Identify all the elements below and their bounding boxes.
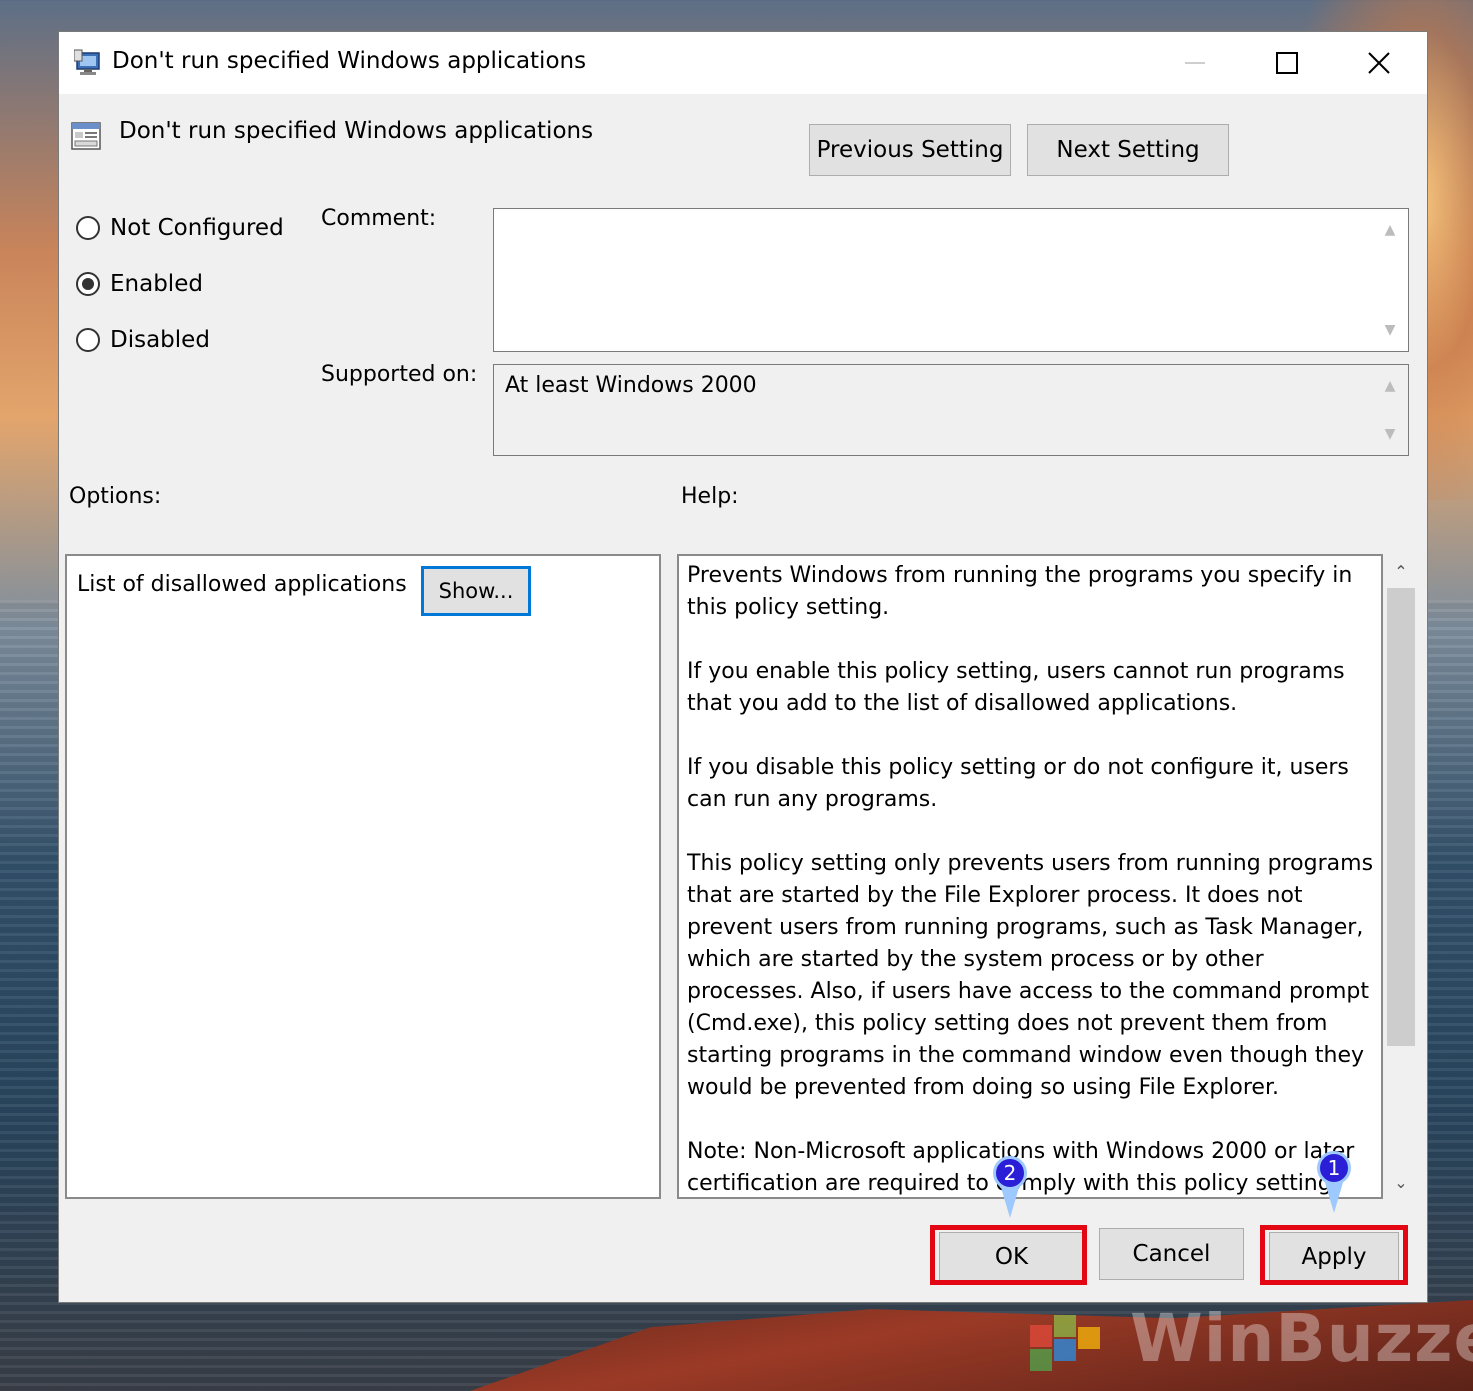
disallowed-list-label: List of disallowed applications bbox=[77, 572, 407, 597]
apply-highlight-box bbox=[1260, 1225, 1408, 1285]
help-paragraph: Prevents Windows from running the progra… bbox=[687, 563, 1353, 620]
watermark-logo-icon bbox=[1030, 1315, 1100, 1371]
radio-disabled-indicator[interactable] bbox=[76, 328, 100, 352]
scroll-up-icon[interactable]: ⌃ bbox=[1385, 556, 1417, 586]
maximize-icon bbox=[1276, 52, 1298, 74]
radio-not-configured-label: Not Configured bbox=[110, 215, 284, 241]
help-scrollbar[interactable]: ⌃ ⌄ bbox=[1385, 554, 1417, 1199]
maximize-button[interactable] bbox=[1241, 32, 1333, 94]
step-1-badge: 1 bbox=[1317, 1151, 1351, 1185]
radio-enabled-indicator[interactable] bbox=[76, 272, 100, 296]
minimize-button[interactable] bbox=[1149, 32, 1241, 94]
help-text: Prevents Windows from running the progra… bbox=[687, 560, 1377, 1197]
help-paragraph: If you enable this policy setting, users… bbox=[687, 659, 1345, 716]
minimize-icon bbox=[1185, 62, 1205, 64]
step-2-badge: 2 bbox=[993, 1156, 1027, 1190]
help-paragraph: Note: Non-Microsoft applications with Wi… bbox=[687, 1139, 1354, 1196]
next-setting-button[interactable]: Next Setting bbox=[1027, 124, 1229, 176]
close-icon bbox=[1368, 52, 1390, 74]
policy-setting-icon bbox=[71, 122, 101, 150]
policy-app-icon bbox=[74, 49, 100, 75]
chevron-up-icon[interactable]: ▲ bbox=[1372, 215, 1408, 245]
chevron-down-icon[interactable]: ▼ bbox=[1372, 315, 1408, 345]
help-label: Help: bbox=[681, 484, 739, 509]
radio-disabled-label: Disabled bbox=[110, 327, 210, 353]
radio-enabled[interactable]: Enabled bbox=[76, 271, 203, 297]
comment-label: Comment: bbox=[321, 206, 437, 231]
comment-scrollbar[interactable]: ▲ ▼ bbox=[1372, 209, 1408, 351]
help-paragraph: If you disable this policy setting or do… bbox=[687, 755, 1349, 812]
supported-on-value: At least Windows 2000 bbox=[505, 373, 757, 398]
help-panel: Prevents Windows from running the progra… bbox=[677, 554, 1383, 1199]
help-scroll-thumb[interactable] bbox=[1387, 588, 1415, 1046]
show-button[interactable]: Show... bbox=[421, 566, 531, 616]
scroll-down-icon[interactable]: ⌄ bbox=[1385, 1167, 1417, 1197]
options-panel: List of disallowed applications Show... bbox=[65, 554, 661, 1199]
radio-enabled-label: Enabled bbox=[110, 271, 203, 297]
supported-scrollbar[interactable]: ▲ ▼ bbox=[1372, 365, 1408, 455]
policy-dialog: Don't run specified Windows applications… bbox=[58, 31, 1428, 1303]
policy-title: Don't run specified Windows applications bbox=[119, 118, 594, 144]
cancel-button[interactable]: Cancel bbox=[1099, 1228, 1244, 1280]
chevron-down-icon[interactable]: ▼ bbox=[1372, 419, 1408, 449]
close-button[interactable] bbox=[1333, 32, 1425, 94]
radio-not-configured[interactable]: Not Configured bbox=[76, 215, 284, 241]
ok-highlight-box bbox=[930, 1225, 1087, 1285]
radio-disabled[interactable]: Disabled bbox=[76, 327, 210, 353]
options-label: Options: bbox=[69, 484, 162, 509]
window-title: Don't run specified Windows applications bbox=[112, 48, 587, 74]
chevron-up-icon[interactable]: ▲ bbox=[1372, 371, 1408, 401]
previous-setting-button[interactable]: Previous Setting bbox=[809, 124, 1011, 176]
supported-on-label: Supported on: bbox=[321, 362, 478, 387]
supported-on-field: At least Windows 2000 ▲ ▼ bbox=[493, 364, 1409, 456]
watermark-text: WinBuzzer bbox=[1130, 1300, 1473, 1377]
title-bar: Don't run specified Windows applications bbox=[59, 32, 1427, 94]
radio-not-configured-indicator[interactable] bbox=[76, 216, 100, 240]
help-paragraph: This policy setting only prevents users … bbox=[687, 851, 1374, 1100]
comment-textarea[interactable]: ▲ ▼ bbox=[493, 208, 1409, 352]
